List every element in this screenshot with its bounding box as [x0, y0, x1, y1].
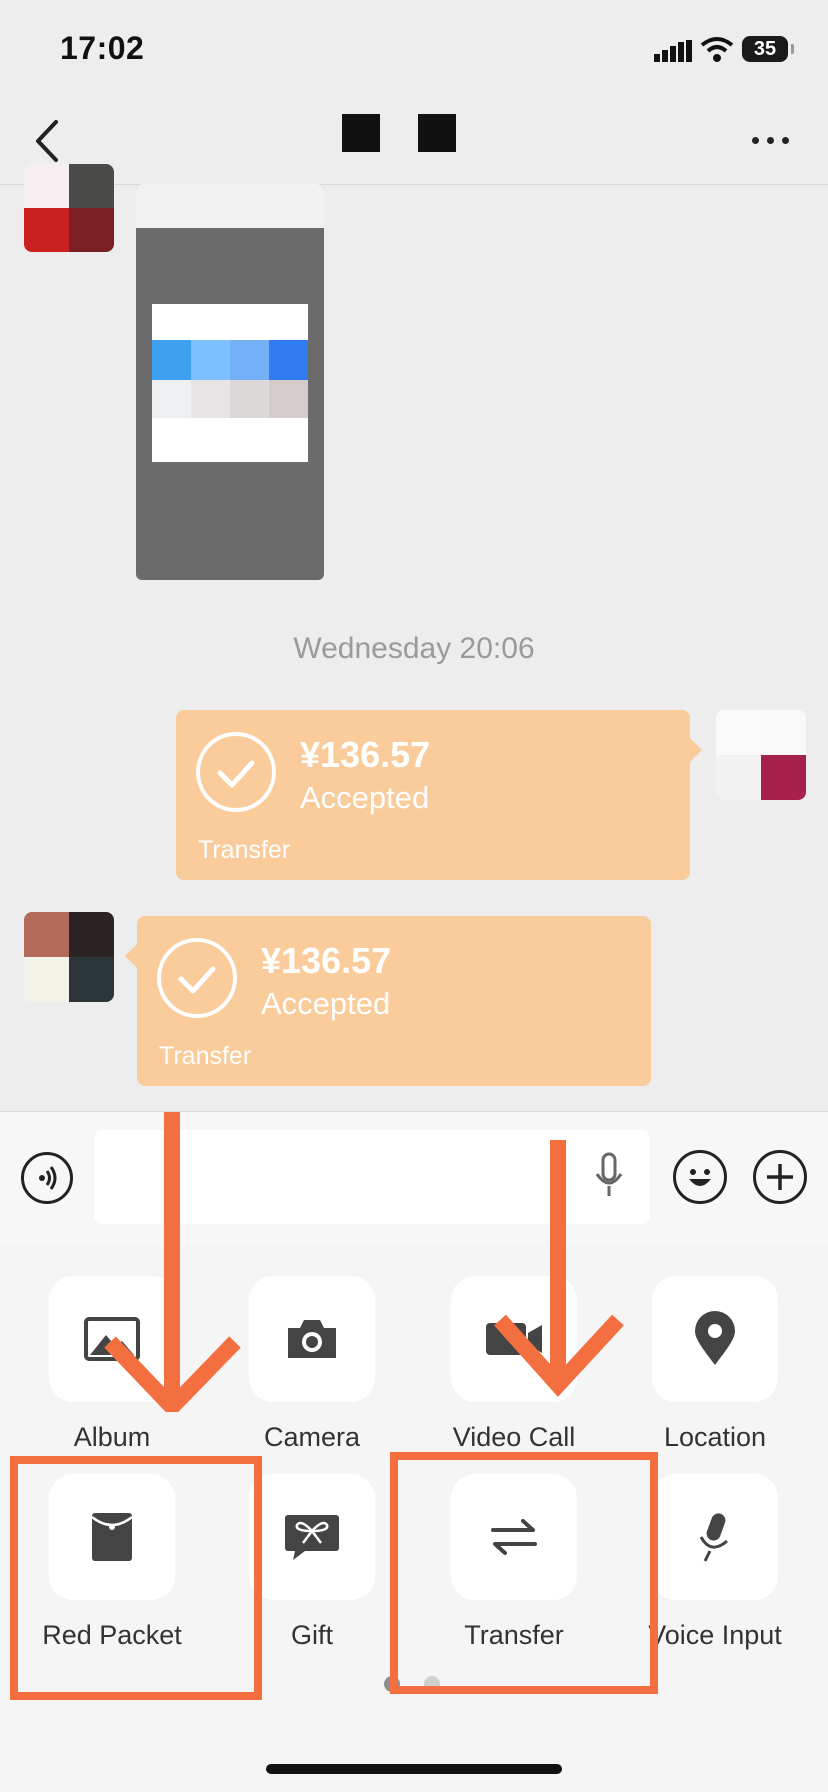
transfer-status: Accepted: [261, 986, 391, 1021]
transfer-amount: ¥136.57: [300, 734, 431, 775]
annotation-arrow: [494, 1140, 624, 1397]
more-button[interactable]: [740, 120, 800, 160]
gift-icon: [285, 1515, 339, 1560]
transfer-label: Transfer: [198, 836, 291, 864]
transfer-label: Transfer: [159, 1042, 252, 1070]
emoji-icon: [689, 1169, 711, 1186]
emoji-button[interactable]: [673, 1150, 727, 1204]
check-icon: [157, 938, 237, 1018]
nav-bar: [0, 100, 828, 185]
annotation-arrow: [104, 1112, 241, 1412]
more-functions-button[interactable]: [753, 1150, 807, 1204]
gift-button[interactable]: [249, 1474, 375, 1600]
voice-input-button[interactable]: [652, 1474, 778, 1600]
battery-indicator: 35: [742, 36, 794, 62]
chat-title-redacted: [418, 114, 456, 152]
chat-title-redacted: [342, 114, 380, 152]
plus-icon: [767, 1164, 793, 1190]
image-thumbnail: [152, 304, 308, 462]
transfer-message-sent[interactable]: ¥136.57 Accepted Transfer: [176, 710, 702, 880]
location-label: Location: [663, 1422, 767, 1452]
contact-avatar[interactable]: [24, 164, 114, 252]
album-label: Album: [73, 1422, 151, 1452]
check-icon: [196, 732, 276, 812]
my-avatar[interactable]: [716, 710, 806, 800]
voice-mode-button[interactable]: [21, 1152, 73, 1204]
camera-icon: [288, 1320, 336, 1358]
timestamp: Wednesday 20:06: [293, 632, 535, 665]
wifi-icon: [700, 37, 734, 62]
camera-button[interactable]: [249, 1276, 375, 1402]
transfer-amount: ¥136.57: [261, 940, 392, 981]
status-time: 17:02: [60, 30, 145, 66]
voice-icon: [39, 1166, 57, 1190]
home-indicator[interactable]: [266, 1764, 562, 1774]
annotation-box-red-packet: [10, 1456, 262, 1700]
transfer-status: Accepted: [300, 780, 430, 815]
signal-icon: [654, 40, 692, 62]
annotation-box-transfer: [390, 1452, 658, 1694]
back-button[interactable]: [28, 116, 68, 166]
voice-input-icon: [699, 1513, 728, 1562]
location-icon: [695, 1311, 735, 1365]
location-button[interactable]: [652, 1276, 778, 1402]
transfer-message-received[interactable]: ¥136.57 Accepted Transfer: [125, 916, 651, 1086]
contact-avatar[interactable]: [24, 912, 114, 1002]
video-call-label: Video Call: [452, 1422, 576, 1452]
image-message[interactable]: [136, 184, 324, 580]
camera-label: Camera: [263, 1422, 361, 1452]
